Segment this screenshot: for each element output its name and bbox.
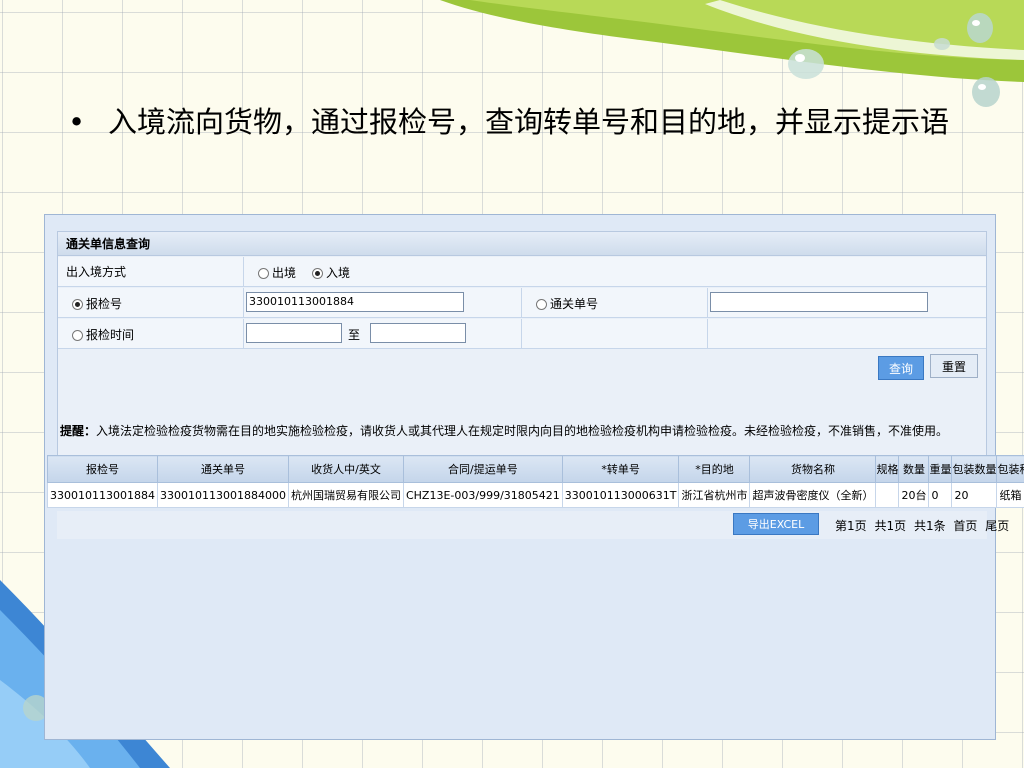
direction-row: 出入境方式 出境 入境	[58, 257, 986, 287]
inspection-no-label: 报检号	[86, 297, 123, 311]
notice-message: 提醒：入境法定检验检疫货物需在目的地实施检验检疫，请收货人或其代理人在规定时限内…	[60, 422, 948, 439]
radio-customs-no[interactable]: 通关单号	[536, 295, 598, 312]
column-header[interactable]: 包装种类	[996, 455, 1024, 483]
radio-inspection-no-icon[interactable]	[72, 299, 83, 310]
column-header[interactable]: 通关单号	[156, 455, 289, 483]
page-total: 共1页	[874, 519, 907, 533]
customs-no-input[interactable]	[710, 292, 928, 312]
table-cell: 330010113001884000	[156, 482, 289, 508]
table-cell: 纸箱	[996, 482, 1024, 508]
query-form: 通关单信息查询 出入境方式 出境 入境 报检号 330010113001884 …	[57, 231, 987, 465]
page-current: 第1页	[835, 519, 867, 533]
time-to-input[interactable]	[370, 323, 466, 343]
table-cell: 浙江省杭州市	[678, 482, 751, 508]
column-header[interactable]: 重量	[928, 455, 953, 483]
export-excel-button[interactable]: 导出EXCEL	[733, 513, 819, 535]
table-cell: 0	[928, 482, 953, 508]
bullet-dot: •	[68, 105, 86, 139]
pagination: 第1页 共1页 共1条 首页 尾页	[835, 517, 1013, 534]
inspection-no-input[interactable]: 330010113001884	[246, 292, 464, 312]
table-cell: 330010113000631T	[561, 482, 680, 508]
radio-outbound-icon[interactable]	[258, 268, 269, 279]
last-page-link[interactable]: 尾页	[985, 519, 1009, 533]
radio-outbound[interactable]: 出境	[258, 264, 296, 281]
column-header[interactable]: 合同/提运单号	[402, 455, 563, 483]
radio-inbound-icon[interactable]	[312, 268, 323, 279]
table-cell: 20	[951, 482, 998, 508]
table-cell: CHZ13E-003/999/31805421	[402, 482, 563, 508]
table-cell: 超声波骨密度仪（全新）	[749, 482, 877, 508]
radio-inbound[interactable]: 入境	[312, 264, 350, 281]
column-header[interactable]: 货物名称	[749, 455, 877, 483]
column-header[interactable]: 报检号	[47, 455, 158, 483]
column-header[interactable]: 包装数量	[951, 455, 998, 483]
first-page-link[interactable]: 首页	[953, 519, 977, 533]
inspection-no-row: 报检号 330010113001884 通关单号	[58, 288, 986, 318]
column-header[interactable]: *目的地	[678, 455, 751, 483]
table-header-row: 报检号 通关单号 收货人中/英文 合同/提运单号 *转单号 *目的地 货物名称 …	[47, 455, 1024, 483]
table-row[interactable]: 330010113001884 330010113001884000 杭州国瑞贸…	[47, 482, 1024, 508]
column-header[interactable]: 收货人中/英文	[287, 455, 404, 483]
time-from-input[interactable]	[246, 323, 342, 343]
reset-button[interactable]: 重置	[930, 354, 978, 378]
inspection-time-row: 报检时间 至	[58, 319, 986, 349]
table-cell: 20台	[898, 482, 930, 508]
column-header[interactable]: 数量	[898, 455, 930, 483]
radio-inspection-time[interactable]: 报检时间	[72, 326, 134, 343]
record-total: 共1条	[913, 519, 946, 533]
customs-no-label: 通关单号	[550, 297, 599, 311]
query-button[interactable]: 查询	[878, 356, 924, 380]
notice-label: 提醒：	[60, 424, 97, 438]
direction-label: 出入境方式	[66, 265, 127, 279]
action-row: 查询 重置	[58, 350, 986, 384]
time-to-label: 至	[348, 328, 361, 342]
radio-customs-no-icon[interactable]	[536, 299, 547, 310]
slide-description: 入境流向货物，通过报检号，查询转单号和目的地，并显示提示语	[108, 105, 950, 139]
radio-inspection-no[interactable]: 报检号	[72, 295, 122, 312]
table-footer: 导出EXCEL 第1页 共1页 共1条 首页 尾页	[57, 511, 1009, 539]
radio-outbound-label: 出境	[272, 266, 297, 280]
inspection-time-label: 报检时间	[86, 328, 135, 342]
form-title: 通关单信息查询	[58, 232, 986, 256]
column-header[interactable]: 规格	[875, 455, 900, 483]
radio-inspection-time-icon[interactable]	[72, 330, 83, 341]
table-cell: 杭州国瑞贸易有限公司	[287, 482, 404, 508]
customs-query-panel: 通关单信息查询 出入境方式 出境 入境 报检号 330010113001884 …	[44, 214, 1024, 740]
notice-text: 入境法定检验检疫货物需在目的地实施检验检疫，请收货人或其代理人在规定时限内向目的…	[96, 424, 949, 438]
radio-inbound-label: 入境	[326, 266, 351, 280]
table-cell	[875, 482, 900, 508]
table-cell: 330010113001884	[47, 482, 158, 508]
result-table: 报检号 通关单号 收货人中/英文 合同/提运单号 *转单号 *目的地 货物名称 …	[47, 455, 1024, 508]
column-header[interactable]: *转单号	[561, 455, 680, 483]
